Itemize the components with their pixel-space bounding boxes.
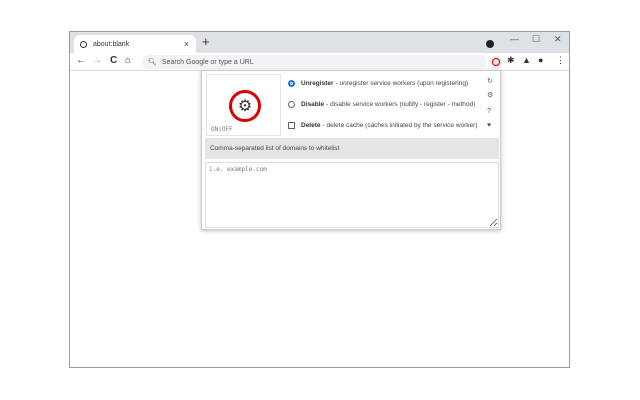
option-name: Unregister: [301, 80, 334, 87]
whitelist-input[interactable]: [205, 162, 499, 228]
minimize-button[interactable]: —: [510, 34, 519, 44]
forward-button[interactable]: →: [92, 55, 102, 66]
omnibox-placeholder: Search Google or type a URL: [161, 58, 254, 66]
on-off-label: ON|OFF: [211, 126, 233, 133]
gear-icon[interactable]: ⚙: [487, 91, 493, 99]
extension-service-worker-icon[interactable]: [490, 56, 502, 68]
profile-avatar-icon[interactable]: ●: [538, 55, 543, 65]
tab-about-blank[interactable]: about:blank ×: [74, 35, 196, 53]
reload-button[interactable]: C: [110, 55, 117, 66]
tab-bar: about:blank × + — ☐ ✕: [70, 32, 569, 53]
option-name: Delete: [301, 122, 321, 129]
option-disable[interactable]: Disable - disable service workers (nulli…: [288, 101, 475, 108]
disable-radio[interactable]: [288, 101, 295, 108]
back-button[interactable]: ←: [76, 55, 86, 66]
maximize-button[interactable]: ☐: [532, 34, 540, 45]
gear-logo-icon: ⚙: [229, 90, 261, 122]
toggle-logo[interactable]: ⚙ ON|OFF: [206, 74, 281, 136]
help-icon[interactable]: ?: [487, 108, 491, 115]
lab-flask-icon[interactable]: ▲: [522, 55, 531, 65]
incognito-icon: [486, 40, 494, 48]
whitelist-label: Comma-separated list of domains to white…: [205, 138, 499, 159]
close-window-button[interactable]: ✕: [554, 34, 562, 45]
heart-icon[interactable]: ♥: [487, 122, 491, 129]
omnibox[interactable]: 🔍︎ Search Google or type a URL: [142, 55, 487, 69]
option-desc: - delete cache (caches initiated by the …: [322, 122, 478, 129]
menu-button[interactable]: ⋮: [556, 55, 565, 66]
extensions-puzzle-icon[interactable]: ✱: [507, 55, 515, 66]
delete-checkbox[interactable]: [288, 122, 295, 129]
unregister-radio[interactable]: [288, 80, 295, 87]
new-tab-button[interactable]: +: [202, 34, 210, 49]
option-unregister[interactable]: Unregister - unregister service workers …: [288, 80, 468, 87]
tab-title: about:blank: [93, 40, 130, 48]
option-desc: - unregister service workers (upon regis…: [335, 80, 469, 87]
home-button[interactable]: ⌂: [125, 55, 131, 66]
toolbar: ← → C ⌂ 🔍︎ Search Google or type a URL ✱…: [70, 53, 569, 71]
option-delete[interactable]: Delete - delete cache (caches initiated …: [288, 122, 478, 129]
tab-close-icon[interactable]: ×: [184, 39, 189, 49]
reload-icon[interactable]: ↻: [487, 77, 493, 85]
option-name: Disable: [301, 101, 325, 108]
search-icon: 🔍︎: [148, 59, 157, 66]
option-desc: - disable service workers (nullify - reg…: [326, 101, 476, 108]
extension-popup: ⚙ ON|OFF Unregister - unregister service…: [201, 70, 501, 230]
globe-icon: [80, 40, 87, 48]
